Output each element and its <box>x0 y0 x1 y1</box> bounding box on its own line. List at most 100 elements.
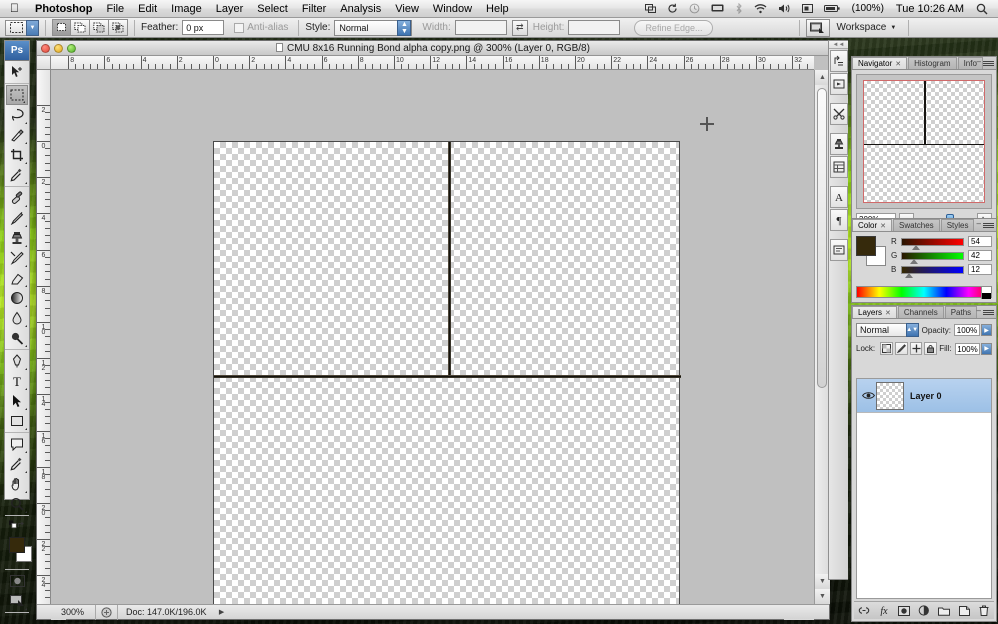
tab-color[interactable]: Color ✕ <box>852 219 892 231</box>
tab-histogram[interactable]: Histogram <box>908 57 957 69</box>
red-slider[interactable] <box>901 237 964 250</box>
adjustment-layer-icon[interactable] <box>916 603 932 618</box>
play-triangle-icon[interactable]: ▶ <box>215 608 229 616</box>
history-brush-tool[interactable] <box>5 248 29 268</box>
menu-layer[interactable]: Layer <box>209 0 251 18</box>
new-group-icon[interactable] <box>936 603 952 618</box>
menu-view[interactable]: View <box>388 0 426 18</box>
height-input[interactable] <box>568 20 621 35</box>
paragraph-panel-icon[interactable]: ¶ <box>829 209 848 231</box>
green-slider[interactable] <box>901 251 964 264</box>
display-icon[interactable] <box>706 0 729 18</box>
blue-slider[interactable] <box>901 265 964 278</box>
character-panel-icon[interactable]: A <box>829 186 848 208</box>
dropper-icon[interactable] <box>5 454 29 474</box>
lock-position-icon[interactable] <box>909 342 923 355</box>
red-value-input[interactable]: 54 <box>968 236 992 247</box>
document-icon[interactable] <box>96 604 118 620</box>
tool-preset-picker[interactable] <box>5 19 27 36</box>
lock-all-icon[interactable] <box>924 342 938 355</box>
menu-image[interactable]: Image <box>164 0 209 18</box>
input-source-icon[interactable] <box>797 0 818 18</box>
eraser-tool[interactable] <box>5 268 29 288</box>
layer-name[interactable]: Layer 0 <box>910 391 942 401</box>
apple-logo-icon[interactable]:  <box>0 0 28 18</box>
clock[interactable]: Tue 10:26 AM <box>890 3 970 15</box>
minimize-icon[interactable]: – <box>977 307 981 315</box>
notes-panel-icon[interactable] <box>829 239 848 261</box>
layer-thumbnail[interactable] <box>876 381 904 410</box>
chevron-down-icon[interactable]: ▼ <box>26 19 39 36</box>
tab-styles[interactable]: Styles <box>940 219 975 231</box>
minimize-icon[interactable]: – <box>977 58 981 66</box>
ruler-corner[interactable] <box>37 56 51 70</box>
color-spectrum-ramp[interactable] <box>856 286 992 299</box>
swap-colors-icon[interactable] <box>17 520 25 530</box>
minimize-icon[interactable]: – <box>977 220 981 228</box>
menu-filter[interactable]: Filter <box>295 0 333 18</box>
tool-presets-icon[interactable] <box>829 103 848 125</box>
link-layers-icon[interactable] <box>856 603 872 618</box>
width-input[interactable] <box>454 20 507 35</box>
layer-mask-icon[interactable] <box>896 603 912 618</box>
foreground-color-swatch[interactable] <box>9 537 25 553</box>
clone-source-icon[interactable] <box>829 133 848 155</box>
menu-analysis[interactable]: Analysis <box>333 0 388 18</box>
close-icon[interactable]: ✕ <box>880 223 886 230</box>
layer-style-fx-icon[interactable]: fx <box>876 603 892 618</box>
lock-image-icon[interactable] <box>894 342 908 355</box>
document-title-bar[interactable]: CMU 8x16 Running Bond alpha copy.png @ 3… <box>37 41 829 56</box>
vertical-scroll-thumb[interactable] <box>817 88 827 388</box>
opacity-input[interactable]: 100% <box>954 324 980 336</box>
green-slider-thumb[interactable] <box>909 258 918 264</box>
scroll-down-arrow-2[interactable]: ▼ <box>815 589 830 604</box>
color-swatches[interactable] <box>856 236 886 266</box>
volume-icon[interactable] <box>773 0 796 18</box>
blend-mode-select[interactable]: Normal ▲▼ <box>856 323 919 337</box>
eyedropper-tool[interactable] <box>5 165 29 185</box>
style-select[interactable]: Normal ▲ ▼ <box>334 19 413 36</box>
blue-value-input[interactable]: 12 <box>968 264 992 275</box>
dodge-tool[interactable] <box>5 328 29 348</box>
refine-edge-button[interactable]: Refine Edge... <box>634 19 714 36</box>
canvas-area[interactable] <box>51 70 814 604</box>
fill-stepper[interactable]: ▶ <box>981 342 993 355</box>
swap-dimensions-icon[interactable]: ⇄ <box>511 19 528 36</box>
blue-slider-thumb[interactable] <box>905 272 914 278</box>
green-value-input[interactable]: 42 <box>968 250 992 261</box>
zoom-level-input[interactable]: 300% <box>50 604 96 620</box>
menu-select[interactable]: Select <box>250 0 295 18</box>
gradient-tool[interactable] <box>5 288 29 308</box>
search-icon[interactable] <box>971 0 993 18</box>
table-row[interactable]: Layer 0 <box>857 379 991 413</box>
navigator-view-box[interactable] <box>863 80 985 203</box>
new-layer-icon[interactable] <box>956 603 972 618</box>
workspace-button[interactable]: Workspace ▼ <box>830 22 902 33</box>
close-icon[interactable]: ✕ <box>895 61 901 68</box>
tab-paths[interactable]: Paths <box>944 306 978 318</box>
quick-mask-icon[interactable] <box>5 571 29 591</box>
move-tool[interactable] <box>5 62 29 82</box>
brush-tool[interactable] <box>5 208 29 228</box>
layer-list[interactable]: Layer 0 <box>856 378 992 599</box>
foreground-background-colors[interactable] <box>5 534 32 568</box>
tab-navigator[interactable]: Navigator ✕ <box>852 57 908 69</box>
document-proxy-icon[interactable] <box>276 42 284 52</box>
wifi-icon[interactable] <box>749 0 772 18</box>
menu-help[interactable]: Help <box>479 0 516 18</box>
zoom-tool[interactable] <box>5 494 29 514</box>
refresh-icon[interactable] <box>662 0 683 18</box>
tab-swatches[interactable]: Swatches <box>893 219 940 231</box>
eye-icon[interactable] <box>860 391 876 400</box>
resize-grip[interactable] <box>37 606 50 619</box>
measurement-log-icon[interactable] <box>829 156 848 178</box>
history-panel-icon[interactable] <box>829 50 848 72</box>
timemachine-icon[interactable] <box>684 0 705 18</box>
panel-menu-icon[interactable] <box>983 307 994 317</box>
panel-menu-icon[interactable] <box>983 58 994 68</box>
notes-tool[interactable] <box>5 434 29 454</box>
lasso-tool[interactable] <box>5 105 29 125</box>
screen-mode-icon[interactable] <box>5 591 29 611</box>
menu-file[interactable]: File <box>99 0 131 18</box>
new-selection-icon[interactable] <box>52 19 71 36</box>
